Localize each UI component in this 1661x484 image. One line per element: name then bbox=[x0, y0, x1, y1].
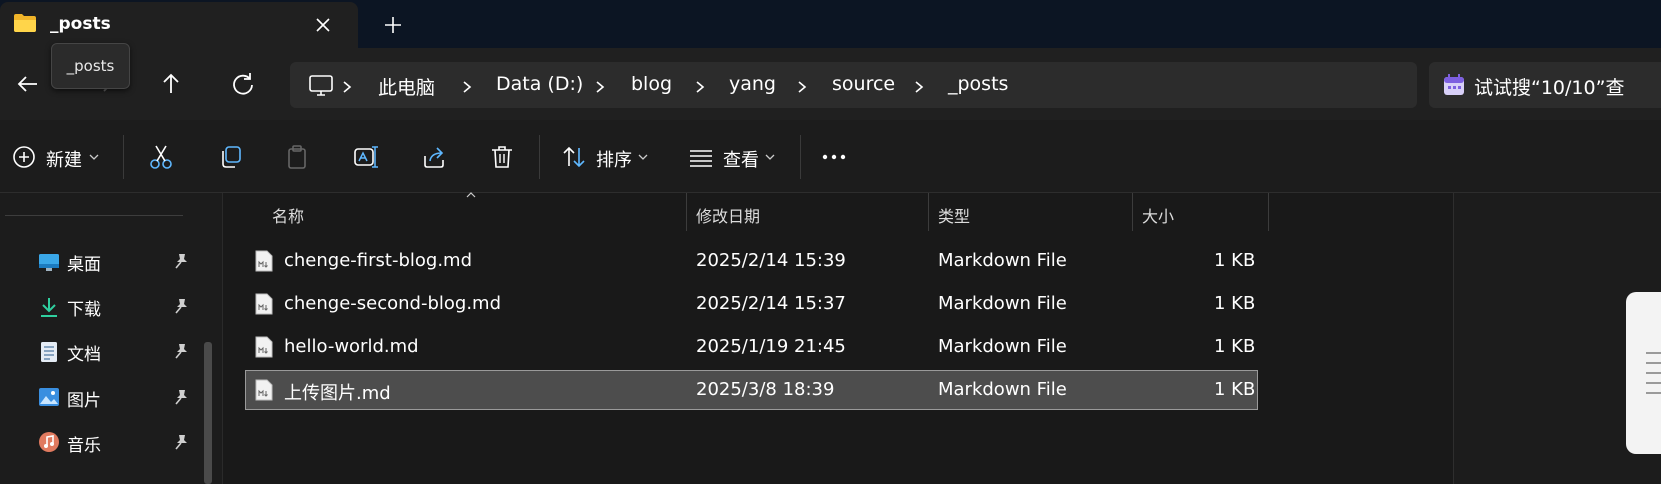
column-separator[interactable] bbox=[686, 193, 687, 231]
file-name[interactable]: chenge-first-blog.md bbox=[284, 250, 472, 271]
view-lines-icon[interactable] bbox=[688, 144, 714, 170]
handle-line bbox=[1646, 382, 1661, 384]
sidebar-item-pictures[interactable]: 图片 bbox=[67, 386, 101, 411]
chevron-right-icon[interactable] bbox=[460, 80, 474, 94]
file-type: Markdown File bbox=[938, 250, 1067, 271]
sidebar-item-desktop[interactable]: 桌面 bbox=[67, 250, 101, 275]
sort-button[interactable]: 排序 bbox=[596, 146, 632, 172]
markdown-file-icon bbox=[255, 293, 273, 315]
breadcrumb-blog[interactable]: blog bbox=[631, 73, 672, 95]
sidebar-item-music[interactable]: 音乐 bbox=[67, 431, 101, 456]
file-name[interactable]: chenge-second-blog.md bbox=[284, 293, 501, 314]
music-icon bbox=[38, 431, 60, 453]
folder-icon bbox=[13, 13, 37, 33]
add-circle-icon[interactable] bbox=[11, 144, 37, 170]
file-size: 1 KB bbox=[1214, 293, 1256, 314]
chevron-down-icon[interactable] bbox=[764, 152, 776, 162]
markdown-file-icon bbox=[255, 336, 273, 358]
document-icon bbox=[38, 341, 60, 363]
share-icon[interactable] bbox=[421, 144, 447, 170]
calendar-icon bbox=[1442, 73, 1466, 97]
handle-line bbox=[1646, 372, 1661, 374]
column-header-size[interactable]: 大小 bbox=[1142, 203, 1174, 227]
tab-title: _posts bbox=[50, 14, 111, 34]
sort-ascending-icon bbox=[465, 191, 477, 199]
pin-icon[interactable] bbox=[172, 388, 190, 406]
file-type: Markdown File bbox=[938, 336, 1067, 357]
pin-icon[interactable] bbox=[172, 433, 190, 451]
picture-icon bbox=[38, 386, 60, 408]
delete-icon[interactable] bbox=[489, 144, 515, 170]
new-button[interactable]: 新建 bbox=[46, 146, 82, 172]
pin-icon[interactable] bbox=[172, 297, 190, 315]
chevron-right-icon[interactable] bbox=[795, 80, 809, 94]
chevron-right-icon[interactable] bbox=[912, 80, 926, 94]
file-size: 1 KB bbox=[1214, 250, 1256, 271]
view-button[interactable]: 查看 bbox=[723, 146, 759, 172]
handle-line bbox=[1646, 352, 1661, 354]
close-tab-icon[interactable] bbox=[309, 11, 337, 39]
pin-icon[interactable] bbox=[172, 252, 190, 270]
back-arrow-icon[interactable] bbox=[10, 66, 46, 102]
file-size: 1 KB bbox=[1214, 379, 1256, 400]
breadcrumb-posts[interactable]: _posts bbox=[948, 73, 1008, 95]
sidebar-item-documents[interactable]: 文档 bbox=[67, 340, 101, 365]
file-size: 1 KB bbox=[1214, 336, 1256, 357]
sidebar-divider bbox=[5, 215, 183, 216]
search-suggestion[interactable]: 试试搜“10/10”查 bbox=[1474, 73, 1624, 100]
file-type: Markdown File bbox=[938, 379, 1067, 400]
toolbar-divider bbox=[539, 135, 540, 179]
computer-icon[interactable] bbox=[308, 74, 334, 98]
column-header-modified[interactable]: 修改日期 bbox=[696, 203, 760, 227]
markdown-file-icon bbox=[255, 250, 273, 272]
markdown-file-icon bbox=[255, 379, 273, 401]
chevron-down-icon[interactable] bbox=[637, 152, 649, 162]
file-modified: 2025/1/19 21:45 bbox=[696, 336, 846, 357]
breadcrumb-this-pc[interactable]: 此电脑 bbox=[378, 73, 435, 100]
up-arrow-icon[interactable] bbox=[153, 66, 189, 102]
breadcrumb-yang[interactable]: yang bbox=[729, 73, 776, 95]
sidebar-item-downloads[interactable]: 下载 bbox=[67, 295, 101, 320]
file-type: Markdown File bbox=[938, 293, 1067, 314]
chevron-right-icon[interactable] bbox=[593, 80, 607, 94]
pin-icon[interactable] bbox=[172, 342, 190, 360]
copy-icon[interactable] bbox=[217, 144, 243, 170]
handle-line bbox=[1646, 392, 1661, 394]
chevron-down-icon[interactable] bbox=[88, 152, 100, 162]
cut-icon[interactable] bbox=[148, 144, 174, 170]
sidebar-scrollbar[interactable] bbox=[204, 342, 212, 484]
file-modified: 2025/3/8 18:39 bbox=[696, 379, 835, 400]
handle-line bbox=[1646, 362, 1661, 364]
breadcrumb-data-d[interactable]: Data (D:) bbox=[496, 73, 583, 95]
column-separator[interactable] bbox=[1268, 193, 1269, 231]
chevron-right-icon[interactable] bbox=[693, 80, 707, 94]
column-header-type[interactable]: 类型 bbox=[938, 203, 970, 227]
column-separator[interactable] bbox=[928, 193, 929, 231]
download-icon bbox=[38, 296, 60, 318]
file-name[interactable]: hello-world.md bbox=[284, 336, 419, 357]
breadcrumb-source[interactable]: source bbox=[832, 73, 895, 95]
file-modified: 2025/2/14 15:37 bbox=[696, 293, 846, 314]
toolbar-divider bbox=[800, 135, 801, 179]
more-options-icon[interactable] bbox=[821, 144, 847, 170]
new-tab-icon[interactable] bbox=[379, 11, 407, 39]
chevron-right-icon[interactable] bbox=[340, 80, 354, 94]
toolbar-divider bbox=[123, 135, 124, 179]
tab-tooltip: _posts bbox=[51, 43, 130, 89]
rename-icon[interactable] bbox=[353, 144, 379, 170]
paste-icon[interactable] bbox=[285, 144, 311, 170]
desktop-icon bbox=[38, 251, 60, 273]
column-separator[interactable] bbox=[1132, 193, 1133, 231]
file-modified: 2025/2/14 15:39 bbox=[696, 250, 846, 271]
column-header-name[interactable]: 名称 bbox=[272, 203, 304, 227]
sort-icon[interactable] bbox=[561, 144, 587, 170]
file-name[interactable]: 上传图片.md bbox=[284, 379, 391, 405]
refresh-icon[interactable] bbox=[225, 66, 261, 102]
